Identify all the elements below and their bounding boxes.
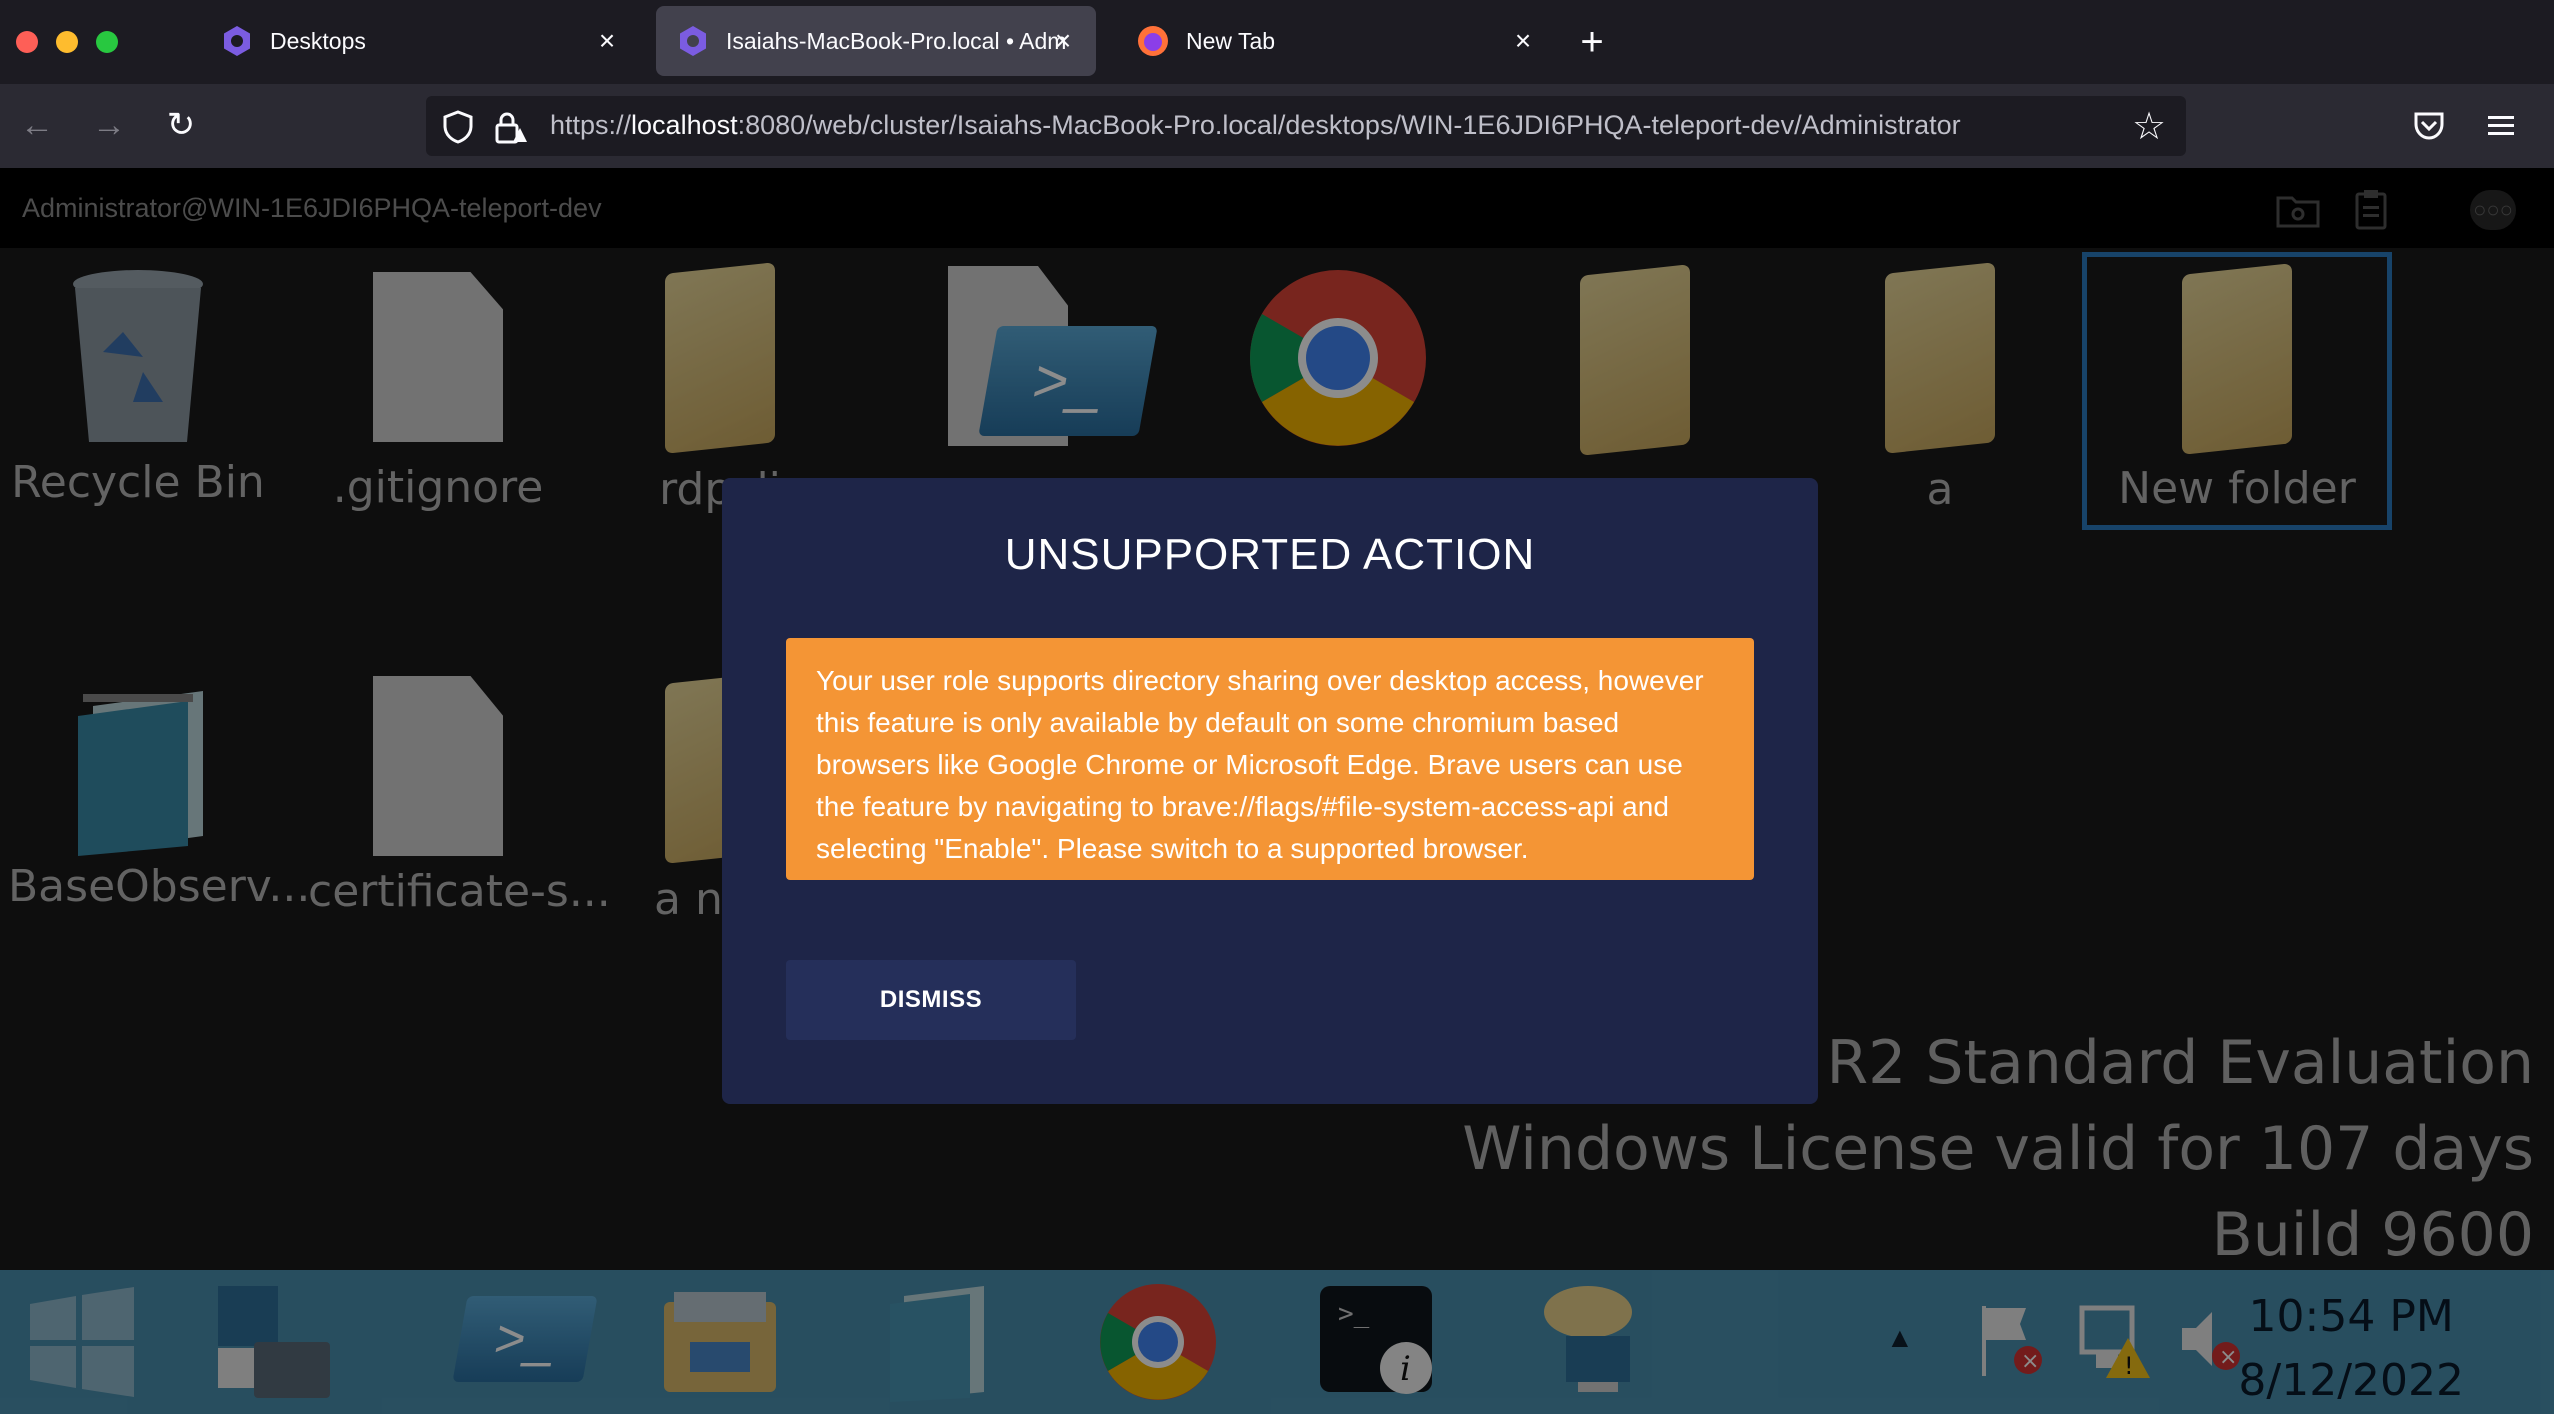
- zoom-window-button[interactable]: [96, 31, 118, 53]
- lock-warning-icon[interactable]: [494, 110, 528, 146]
- shield-icon[interactable]: [442, 110, 474, 144]
- url-host: localhost: [631, 110, 738, 140]
- forward-arrow-icon[interactable]: →: [84, 100, 134, 150]
- url-path: :8080/web/cluster/Isaiahs-MacBook-Pro.lo…: [737, 110, 1961, 140]
- url-text[interactable]: https://localhost:8080/web/cluster/Isaia…: [550, 110, 1961, 141]
- warning-alert: Your user role supports directory sharin…: [786, 638, 1754, 880]
- reload-icon[interactable]: ↻: [156, 100, 206, 150]
- firefox-icon: [1138, 26, 1168, 56]
- dismiss-button[interactable]: DISMISS: [786, 960, 1076, 1040]
- minimize-window-button[interactable]: [56, 31, 78, 53]
- back-arrow-icon[interactable]: ←: [12, 100, 62, 150]
- tab-title: New Tab: [1186, 27, 1276, 54]
- close-tab-icon[interactable]: ×: [1048, 26, 1078, 56]
- new-tab-button[interactable]: +: [1570, 20, 1614, 64]
- close-tab-icon[interactable]: ×: [1508, 26, 1538, 56]
- teleport-icon: [680, 26, 706, 56]
- tab-session[interactable]: Isaiahs-MacBook-Pro.local • Administrato…: [656, 6, 1096, 76]
- dialog-title: UNSUPPORTED ACTION: [1004, 530, 1536, 579]
- tab-title: Desktops: [270, 27, 366, 54]
- close-window-button[interactable]: [16, 31, 38, 53]
- url-prefix: https://: [550, 110, 632, 140]
- tab-new-tab[interactable]: New Tab ×: [1116, 6, 1556, 76]
- tab-desktops[interactable]: Desktops ×: [200, 6, 640, 76]
- tab-title: Isaiahs-MacBook-Pro.local • Administrato…: [726, 27, 1066, 54]
- teleport-icon: [224, 26, 250, 56]
- close-tab-icon[interactable]: ×: [592, 26, 622, 56]
- hamburger-menu-icon[interactable]: [2486, 112, 2516, 140]
- pocket-icon[interactable]: [2412, 110, 2446, 142]
- bookmark-star-icon[interactable]: ☆: [2132, 104, 2166, 149]
